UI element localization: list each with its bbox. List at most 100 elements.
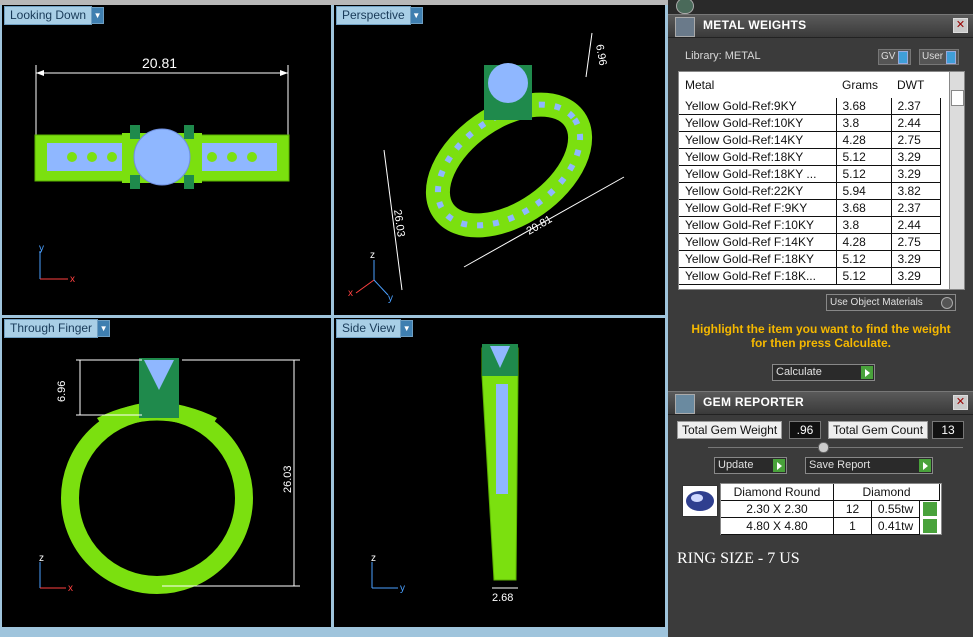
- gem-row-expand-icon[interactable]: [923, 519, 937, 533]
- update-label: Update: [718, 459, 754, 471]
- dimension-top: 6.96: [593, 43, 609, 66]
- gem-row-size: 4.80 X 4.80: [721, 518, 834, 535]
- metal-table-scrollbar[interactable]: [949, 71, 965, 290]
- viewport-menu-looking-down[interactable]: Looking Down ▼: [4, 6, 105, 25]
- ring-side-view: 2.68 z y: [371, 344, 519, 604]
- chevron-down-icon[interactable]: ▼: [92, 7, 105, 24]
- column-metal[interactable]: Metal: [679, 72, 836, 98]
- calculate-label: Calculate: [776, 366, 822, 378]
- metal-name: Yellow Gold-Ref F:18K...: [679, 267, 837, 285]
- metal-row[interactable]: Yellow Gold-Ref F:10KY 3.8 2.44: [679, 216, 941, 234]
- close-icon[interactable]: ✕: [953, 395, 968, 410]
- metal-name: Yellow Gold-Ref:14KY: [679, 131, 837, 149]
- metal-dwt: 2.44: [891, 216, 941, 234]
- metal-name: Yellow Gold-Ref F:18KY: [679, 250, 837, 268]
- metal-table[interactable]: Metal Grams DWT Yellow Gold-Ref:9KY 3.68 2…: [678, 71, 950, 290]
- metal-dwt: 3.82: [891, 182, 941, 200]
- metal-grams: 5.12: [836, 148, 892, 166]
- axis-y-label: y: [388, 293, 393, 304]
- metal-dwt: 3.29: [891, 250, 941, 268]
- metal-dwt: 2.37: [891, 199, 941, 217]
- viewport-label: Looking Down: [4, 6, 93, 25]
- app-icon: [676, 0, 694, 14]
- play-icon: [861, 366, 873, 379]
- chevron-down-icon[interactable]: ▼: [98, 320, 111, 337]
- viewport-through-finger[interactable]: 6.96 26.03 z x Through Finger ▼: [2, 318, 331, 627]
- metal-row[interactable]: Yellow Gold-Ref F:18K... 5.12 3.29: [679, 267, 941, 285]
- axis-z-label: z: [39, 553, 44, 564]
- viewport-label: Side View: [336, 319, 402, 338]
- viewport-area: 20.81 y x Looking Down ▼ 26.03 20.81 6.9…: [0, 0, 668, 637]
- metal-grams: 4.28: [836, 131, 892, 149]
- metal-grams: 5.12: [836, 267, 892, 285]
- metal-name: Yellow Gold-Ref:18KY ...: [679, 165, 837, 183]
- metal-row[interactable]: Yellow Gold-Ref F:18KY 5.12 3.29: [679, 250, 941, 268]
- user-label: User: [922, 51, 944, 62]
- metal-dwt: 3.29: [891, 165, 941, 183]
- metal-weights-titlebar: METAL WEIGHTS ✕: [668, 14, 973, 38]
- radio-icon: [941, 297, 953, 309]
- dimension-width: 20.81: [142, 55, 177, 71]
- use-object-materials-label: Use Object Materials: [830, 297, 923, 308]
- viewport-perspective[interactable]: 26.03 20.81 6.96 z x y Perspective ▼: [334, 5, 665, 315]
- gem-row-count: 1: [834, 518, 872, 535]
- metal-row[interactable]: Yellow Gold-Ref:18KY ... 5.12 3.29: [679, 165, 941, 183]
- metal-dwt: 2.44: [891, 114, 941, 132]
- user-toggle[interactable]: User: [919, 49, 960, 65]
- library-label: Library: METAL: [685, 50, 761, 62]
- metal-row[interactable]: Yellow Gold-Ref:22KY 5.94 3.82: [679, 182, 941, 200]
- viewport-label: Through Finger: [4, 319, 99, 338]
- chevron-down-icon[interactable]: ▼: [410, 7, 423, 24]
- metal-grams: 4.28: [836, 233, 892, 251]
- metal-grams: 3.68: [836, 199, 892, 217]
- metal-row[interactable]: Yellow Gold-Ref F:14KY 4.28 2.75: [679, 233, 941, 251]
- ring-top-view: 20.81 y x: [34, 55, 290, 285]
- toggle-indicator-icon: [946, 50, 957, 64]
- viewport-looking-down[interactable]: 20.81 y x Looking Down ▼: [2, 5, 331, 315]
- calculate-button[interactable]: Calculate: [772, 364, 875, 381]
- gem-row-weight: 0.41tw: [872, 518, 920, 535]
- column-grams[interactable]: Grams: [836, 72, 891, 98]
- metal-dwt: 3.29: [891, 148, 941, 166]
- column-dwt[interactable]: DWT: [891, 72, 941, 98]
- side-panel: METAL WEIGHTS ✕ Library: METAL GV User M…: [668, 0, 973, 637]
- update-button[interactable]: Update: [714, 457, 787, 474]
- metal-name: Yellow Gold-Ref:18KY: [679, 148, 837, 166]
- viewport-menu-through-finger[interactable]: Through Finger ▼: [4, 319, 111, 338]
- metal-weights-title: METAL WEIGHTS: [703, 18, 807, 32]
- metal-row[interactable]: Yellow Gold-Ref:9KY 3.68 2.37: [679, 98, 941, 115]
- save-report-button[interactable]: Save Report: [805, 457, 933, 474]
- metal-row[interactable]: Yellow Gold-Ref:14KY 4.28 2.75: [679, 131, 941, 149]
- total-gem-weight-value: .96: [789, 421, 821, 439]
- metal-row[interactable]: Yellow Gold-Ref:10KY 3.8 2.44: [679, 114, 941, 132]
- metal-grams: 3.68: [836, 98, 892, 115]
- viewport-menu-perspective[interactable]: Perspective ▼: [336, 6, 423, 25]
- metal-name: Yellow Gold-Ref F:9KY: [679, 199, 837, 217]
- gv-toggle[interactable]: GV: [878, 49, 912, 65]
- metal-grams: 3.8: [836, 216, 892, 234]
- viewport-menu-side-view[interactable]: Side View ▼: [336, 319, 414, 338]
- gem-row-expand-icon[interactable]: [923, 502, 937, 516]
- gem-reporter-title: GEM REPORTER: [703, 395, 804, 409]
- metal-grams: 5.12: [836, 165, 892, 183]
- total-gem-weight-label: Total Gem Weight: [677, 421, 783, 439]
- use-object-materials-toggle[interactable]: Use Object Materials: [826, 294, 956, 311]
- ring-size-label: RING SIZE - 7 US: [677, 550, 800, 567]
- gem-table[interactable]: Diamond Round Diamond 2.30 X 2.30 12 0.5…: [720, 483, 942, 535]
- metal-row[interactable]: Yellow Gold-Ref:18KY 5.12 3.29: [679, 148, 941, 166]
- chevron-down-icon[interactable]: ▼: [401, 320, 414, 337]
- gem-row-size: 2.30 X 2.30: [721, 501, 834, 518]
- viewport-side-view[interactable]: 2.68 z y Side View ▼: [334, 318, 665, 627]
- splitter-handle-icon[interactable]: [818, 442, 829, 453]
- splitter-line: [708, 447, 963, 448]
- close-icon[interactable]: ✕: [953, 18, 968, 33]
- play-icon: [919, 459, 931, 472]
- metal-dwt: 2.75: [891, 131, 941, 149]
- metal-row[interactable]: Yellow Gold-Ref F:9KY 3.68 2.37: [679, 199, 941, 217]
- axis-x-label: x: [348, 288, 353, 299]
- metal-dwt: 3.29: [891, 267, 941, 285]
- scrollbar-thumb[interactable]: [951, 90, 964, 106]
- dimension-thickness: 2.68: [492, 592, 513, 604]
- metal-name: Yellow Gold-Ref:9KY: [679, 98, 837, 115]
- gem-header-shape: Diamond Round: [721, 484, 834, 501]
